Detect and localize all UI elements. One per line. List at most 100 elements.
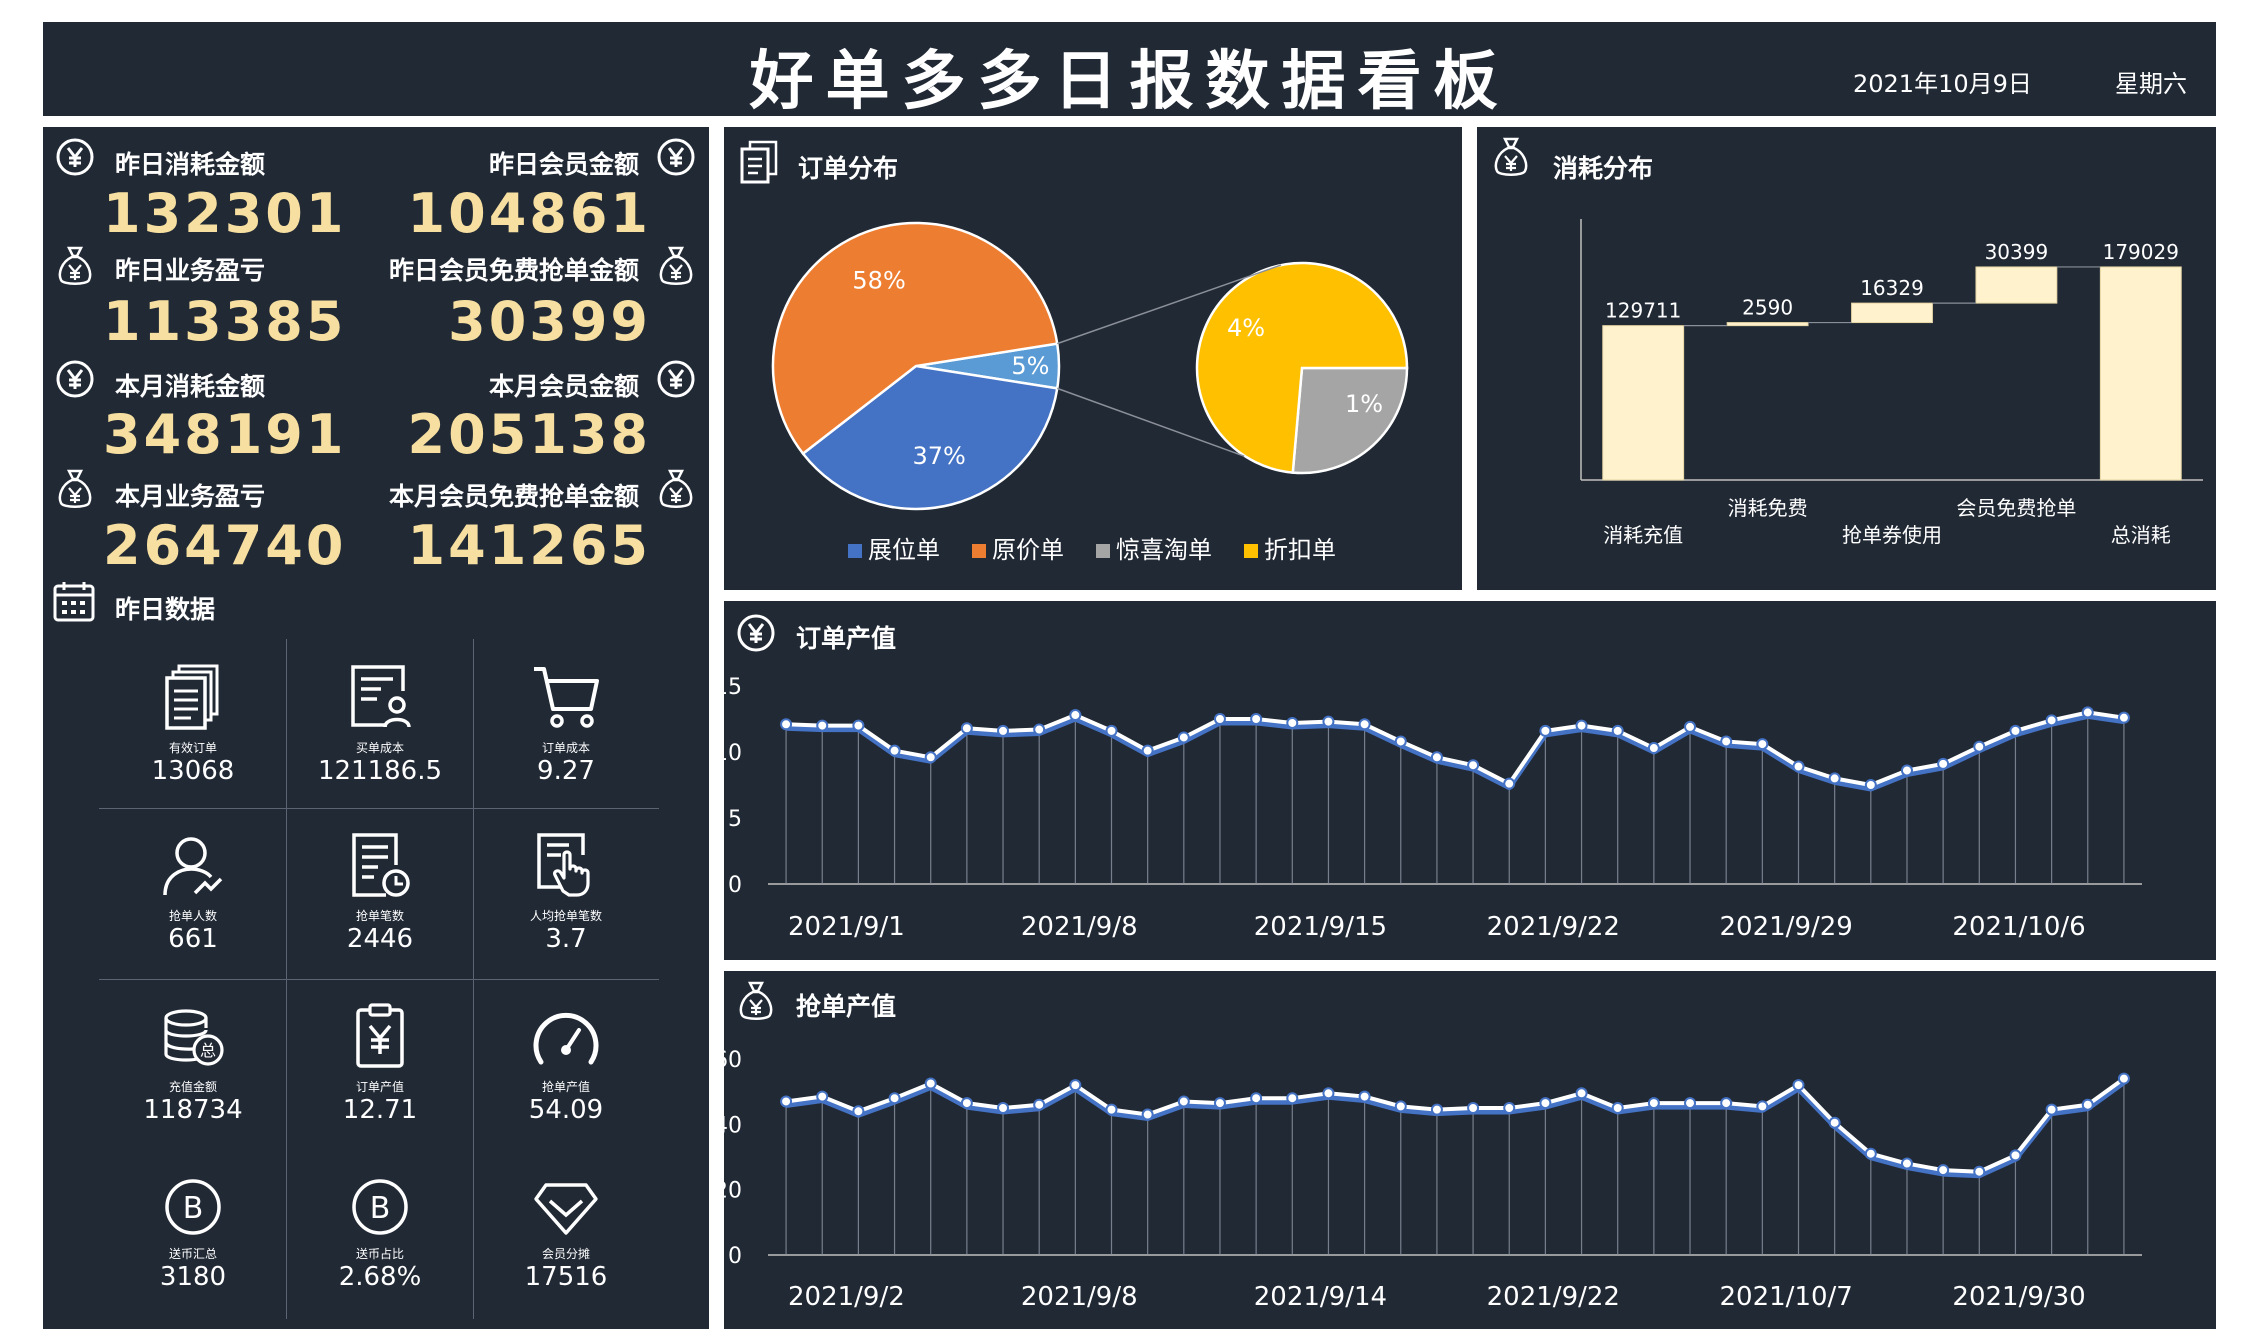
sub-pie-slice-惊喜淘单 — [1291, 366, 1409, 475]
data-point — [1828, 1116, 1841, 1129]
x-tick-label: 2021/9/8 — [1021, 1282, 1138, 1312]
data-point — [852, 719, 865, 732]
title-bar: 好单多多日报数据看板 2021年10月9日 星期六 — [43, 22, 2216, 119]
y-tick-label: 10 — [724, 741, 742, 766]
data-point — [2045, 714, 2058, 727]
metric-label: 送币占比 — [355, 1247, 404, 1261]
series-line-shadow — [785, 1080, 2126, 1179]
x-tick-label: 2021/9/8 — [1021, 912, 1138, 942]
kpi-panel: 昨日消耗金额 132301 昨日会员金额 104861 昨日业务盈亏 11338… — [43, 127, 709, 1329]
data-point — [1213, 713, 1226, 725]
documents-icon — [163, 663, 223, 735]
waterfall-category-label: 会员免费抢单 — [1956, 496, 2076, 520]
data-point — [1503, 777, 1516, 790]
waterfall-category-label: 消耗充值 — [1603, 523, 1683, 547]
report-date: 2021年10月9日 — [1853, 70, 2032, 98]
data-point — [780, 718, 793, 731]
data-point — [997, 724, 1010, 737]
pie-data-label: 37% — [912, 442, 965, 470]
data-point — [1177, 1095, 1190, 1108]
data-point — [1864, 779, 1877, 791]
metric-order-value: 订单产值 12.71 — [287, 996, 473, 1125]
data-point — [960, 722, 973, 735]
data-point — [2045, 1103, 2058, 1116]
kpi-value-yesterday-profit: 113385 — [103, 290, 347, 353]
metric-grab-value: 抢单产值 54.09 — [473, 996, 659, 1125]
y-tick-label: 60 — [724, 1048, 742, 1073]
data-point — [2009, 1149, 2022, 1162]
data-point — [2009, 724, 2022, 737]
metric-bonus-total: B 送币汇总 3180 — [100, 1163, 286, 1292]
data-point — [1684, 1097, 1697, 1110]
metric-recharge: 总 充值金额 118734 — [100, 996, 286, 1125]
y-tick-label: 15 — [724, 675, 742, 700]
waterfall-bar — [1975, 266, 2058, 304]
data-point — [1611, 724, 1624, 737]
doc-clock-icon — [348, 831, 412, 903]
data-point — [1033, 723, 1046, 736]
sub-pie-label: 1% — [1345, 390, 1383, 418]
data-point — [1322, 715, 1335, 728]
metric-order-cost: 订单成本 9.27 — [473, 657, 659, 786]
data-point — [888, 744, 901, 757]
yesterday-data-title: 昨日数据 — [115, 595, 216, 624]
metric-label: 订单成本 — [541, 741, 590, 755]
waterfall-category-label: 总消耗 — [2111, 523, 2171, 547]
data-point — [1394, 1100, 1407, 1113]
data-point — [1467, 1102, 1480, 1114]
svg-text:B: B — [183, 1191, 204, 1226]
waterfall-data-label: 30399 — [1985, 240, 2049, 264]
data-point — [1539, 724, 1552, 737]
waterfall-category-label: 抢单券使用 — [1842, 523, 1942, 547]
b-coin-icon: B — [350, 1177, 410, 1241]
kpi-label-yesterday-member: 昨日会员金额 — [488, 150, 639, 179]
x-tick-label: 2021/9/29 — [1720, 912, 1853, 942]
hand-tap-icon — [533, 831, 599, 903]
kpi-value-yesterday-member: 104861 — [407, 182, 651, 245]
x-tick-label: 2021/9/2 — [788, 1282, 905, 1312]
kpi-label-yesterday-consumption: 昨日消耗金额 — [115, 150, 266, 179]
data-point — [1973, 1165, 1986, 1178]
data-point — [1684, 720, 1697, 733]
data-point — [1105, 1103, 1118, 1116]
kpi-label-yesterday-profit: 昨日业务盈亏 — [115, 256, 266, 285]
x-tick-label: 2021/9/30 — [1952, 1282, 2085, 1312]
metric-avg-grab: 人均抢单笔数 3.7 — [473, 825, 659, 954]
series-line-shadow — [785, 713, 2125, 792]
sub-pie-label: 4% — [1227, 314, 1265, 342]
metric-value: 3.7 — [545, 924, 587, 954]
data-point — [1069, 709, 1082, 722]
b-coin-icon: B — [163, 1177, 223, 1241]
data-point — [1250, 713, 1263, 725]
grab-value-panel: 抢单产值 02040602021/9/22021/9/82021/9/14202… — [724, 971, 2216, 1329]
data-point — [924, 1077, 937, 1090]
legend-label: 惊喜淘单 — [1116, 536, 1212, 564]
data-point — [1286, 1092, 1299, 1105]
metric-label: 人均抢单笔数 — [529, 909, 602, 923]
data-point — [1033, 1098, 1046, 1111]
kpi-value-yesterday-free-grab: 30399 — [448, 290, 651, 353]
waterfall-bar — [1726, 322, 1809, 327]
data-point — [1792, 1079, 1805, 1092]
data-point — [1141, 744, 1154, 757]
waterfall-data-label: 16329 — [1860, 276, 1924, 300]
order-value-line-chart: 0 5 10 15 2021/9/1 2021/9/8 2021/9/15 2021/9/22… — [724, 675, 2142, 942]
metric-label: 抢单笔数 — [355, 909, 404, 923]
data-point — [924, 751, 937, 764]
metric-valid-orders: 有效订单 13068 — [100, 657, 286, 786]
pie-data-label: 58% — [852, 267, 905, 295]
pie-chart: 5% 37% 58% 4% 1% 展位单 原价单 惊喜淘单 折扣单 — [771, 221, 1409, 564]
metric-value: 54.09 — [528, 1095, 604, 1125]
data-point — [1900, 764, 1913, 777]
data-point — [816, 1090, 829, 1103]
legend-swatch — [1096, 544, 1110, 558]
waterfall-bar — [1602, 325, 1685, 481]
legend-swatch — [1244, 544, 1258, 558]
svg-text:总: 总 — [200, 1041, 216, 1060]
data-point — [960, 1097, 973, 1110]
legend-label: 展位单 — [868, 536, 940, 564]
x-tick-label: 2021/9/1 — [788, 912, 905, 942]
metric-buy-cost: 买单成本 121186.5 — [287, 657, 473, 786]
metric-label: 抢单产值 — [541, 1080, 590, 1094]
data-point — [1394, 735, 1407, 748]
